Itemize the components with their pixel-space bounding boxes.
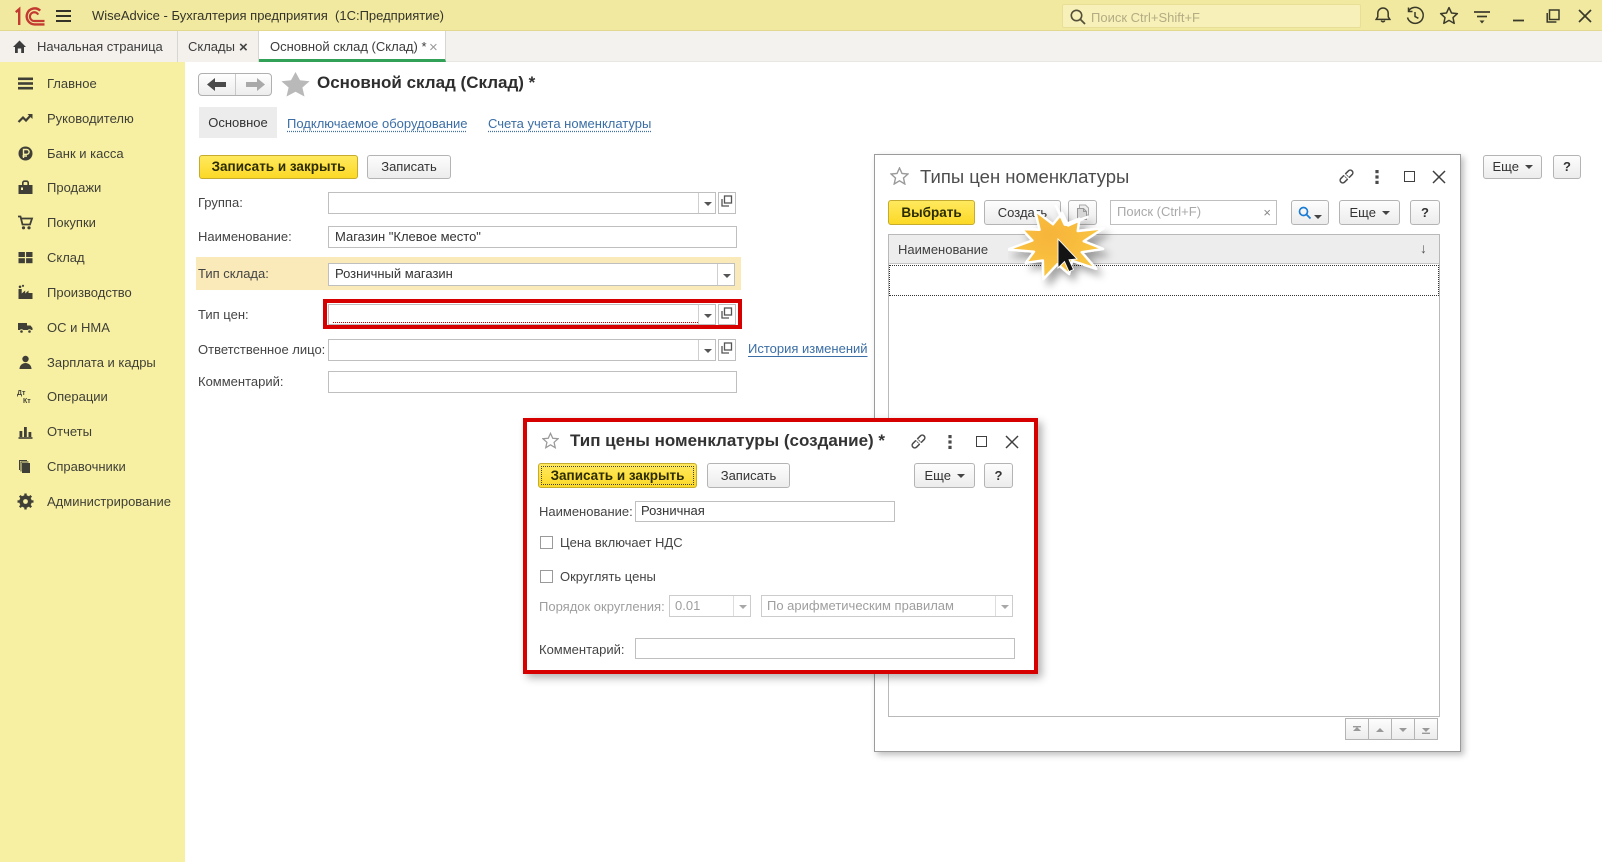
svg-text:Дт: Дт <box>17 390 26 397</box>
svg-text:Кт: Кт <box>23 398 31 405</box>
